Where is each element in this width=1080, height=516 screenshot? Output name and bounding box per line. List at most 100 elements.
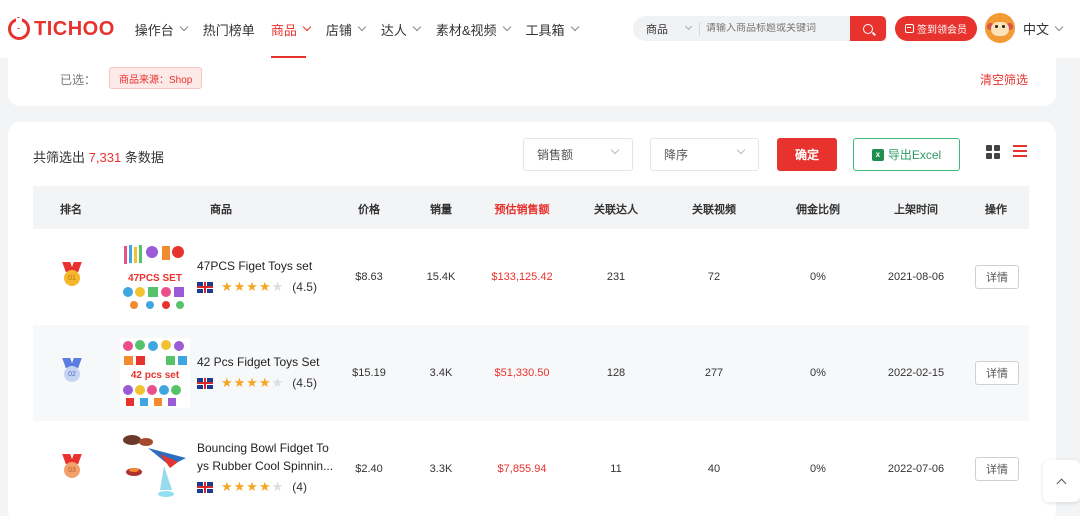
back-to-top-button[interactable] (1043, 460, 1080, 502)
product-name[interactable]: Bouncing Bowl Fidget To ys Rubber Cool S… (197, 439, 337, 475)
nav-label: 热门榜单 (202, 22, 255, 38)
selected-label: 已选： (60, 73, 97, 87)
logo-power-icon (8, 17, 30, 40)
signin-member-button[interactable]: 签到领会员 (895, 16, 977, 41)
product-name-line: ys Rubber Cool Spinnin... (197, 459, 334, 473)
calendar-icon (905, 24, 914, 33)
product-thumbnail[interactable]: 42 pcs set (120, 338, 190, 408)
chevron-down-icon (502, 22, 511, 32)
col-rank: 排名 (60, 204, 82, 216)
chevron-down-icon (302, 22, 312, 32)
est-revenue: $51,330.50 (494, 367, 550, 379)
table-row: 03 Bouncing Bowl Fidget To ys Rubber Coo… (33, 421, 1029, 516)
nav-label: 素材&视频 (435, 22, 497, 38)
nav-item-creators[interactable]: 达人 (381, 0, 422, 58)
search-input[interactable] (706, 23, 856, 34)
detail-button[interactable]: 详情 (975, 457, 1019, 481)
nav-item-materials-videos[interactable]: 素材&视频 (435, 0, 511, 58)
thumbnail-caption: 42 pcs set (131, 370, 180, 381)
nav-item-toolbox[interactable]: 工具箱 (525, 0, 579, 58)
rating-value: (4) (292, 480, 307, 494)
product-name[interactable]: 42 Pcs Fidget Toys Set (197, 353, 337, 371)
language-label: 中文 (1023, 22, 1050, 37)
list-view-icon[interactable] (1013, 145, 1027, 159)
sort-order-select[interactable]: 降序 (650, 138, 759, 171)
rating-stars-icon: ★★★★★ (221, 375, 285, 390)
creators-count: 231 (606, 271, 626, 283)
creators-count: 128 (606, 367, 626, 379)
product-name-line: Bouncing Bowl Fidget To (197, 441, 329, 455)
rating-stars-icon: ★★★★★ (221, 279, 285, 294)
commission-rate: 0% (810, 463, 826, 475)
col-sales: 销量 (430, 204, 452, 216)
export-excel-button[interactable]: x 导出Excel (853, 138, 960, 171)
chevron-up-icon (1056, 478, 1067, 488)
col-creators: 关联达人 (594, 204, 638, 216)
rating-value: (4.5) (292, 280, 317, 294)
main-nav: 操作台 热门榜单 商品 店铺 达人 素材&视频 工具箱 (135, 0, 594, 58)
uk-flag-icon (197, 377, 213, 389)
sort-field-select[interactable]: 销售额 (523, 138, 633, 171)
col-est-revenue[interactable]: 预估销售额 (495, 201, 550, 217)
search-button[interactable] (850, 16, 886, 41)
listing-date: 2022-02-15 (887, 367, 945, 379)
nav-label: 商品 (270, 22, 297, 38)
chevron-down-icon (1054, 22, 1064, 31)
grid-view-icon[interactable] (986, 145, 1000, 159)
sales: 15.4K (426, 271, 456, 283)
avatar-eye (1002, 25, 1005, 28)
nav-item-shops[interactable]: 店铺 (326, 0, 367, 58)
rating-stars-icon: ★★★★★ (221, 479, 285, 494)
nav-label: 操作台 (134, 22, 174, 38)
table-header: 排名 商品 价格 销量 预估销售额 关联达人 关联视频 佣金比例 上架时间 操作 (33, 186, 1029, 229)
col-listing-date: 上架时间 (894, 204, 938, 216)
confirm-button[interactable]: 确定 (777, 138, 837, 171)
product-thumbnail[interactable] (120, 434, 190, 504)
commission-rate: 0% (810, 367, 826, 379)
col-product: 商品 (210, 204, 232, 216)
detail-button[interactable]: 详情 (975, 361, 1019, 385)
search-divider (699, 21, 700, 36)
col-price: 价格 (358, 204, 380, 216)
creators-count: 11 (610, 463, 622, 475)
price: $8.63 (355, 271, 383, 283)
nav-item-dashboard[interactable]: 操作台 (134, 0, 189, 58)
nav-item-products[interactable]: 商品 (270, 0, 312, 58)
nav-item-hot-lists[interactable]: 热门榜单 (203, 0, 255, 58)
chevron-down-icon (179, 22, 189, 32)
videos-count: 40 (707, 463, 721, 475)
uk-flag-icon (197, 281, 213, 293)
table-row: 01 47PCS SET 47PCS Figet Toys set ★★★★★ … (33, 229, 1029, 325)
language-select[interactable]: 中文 (1023, 19, 1064, 38)
chevron-down-icon (684, 22, 693, 31)
signin-label: 签到领会员 (917, 25, 967, 36)
sort-order-value: 降序 (664, 148, 689, 162)
filter-chip-source[interactable]: 商品来源：Shop (109, 67, 203, 89)
rank-number: 01 (64, 270, 80, 286)
chevron-down-icon (570, 22, 579, 32)
result-count-prefix: 共筛选出 (33, 150, 86, 165)
videos-count: 277 (704, 367, 724, 379)
search-bar: 商品 (633, 16, 887, 41)
detail-button[interactable]: 详情 (975, 265, 1019, 289)
result-count-suffix: 条数据 (124, 150, 164, 165)
excel-icon: x (871, 148, 884, 161)
nav-label: 工具箱 (525, 22, 565, 38)
product-name[interactable]: 47PCS Figet Toys set (197, 257, 337, 275)
sales: 3.4K (429, 367, 453, 379)
clear-filters-link[interactable]: 清空筛选 (980, 71, 1028, 88)
videos-count: 72 (707, 271, 721, 283)
col-action: 操作 (985, 204, 1007, 216)
avatar[interactable] (985, 13, 1015, 43)
result-count-number: 7,331 (88, 150, 122, 165)
sort-field-value: 销售额 (537, 148, 574, 162)
tichoo-logo[interactable]: TICHOO (8, 17, 115, 41)
product-name-line: 42 Pcs Fidget Toys Set (197, 355, 320, 369)
logo-text: TICHOO (34, 17, 115, 40)
product-thumbnail[interactable]: 47PCS SET (120, 242, 190, 312)
commission-rate: 0% (810, 271, 826, 283)
col-commission: 佣金比例 (796, 204, 840, 216)
avatar-face (991, 22, 1009, 36)
chevron-down-icon (610, 145, 620, 155)
search-category-select[interactable]: 商品 (646, 21, 693, 37)
